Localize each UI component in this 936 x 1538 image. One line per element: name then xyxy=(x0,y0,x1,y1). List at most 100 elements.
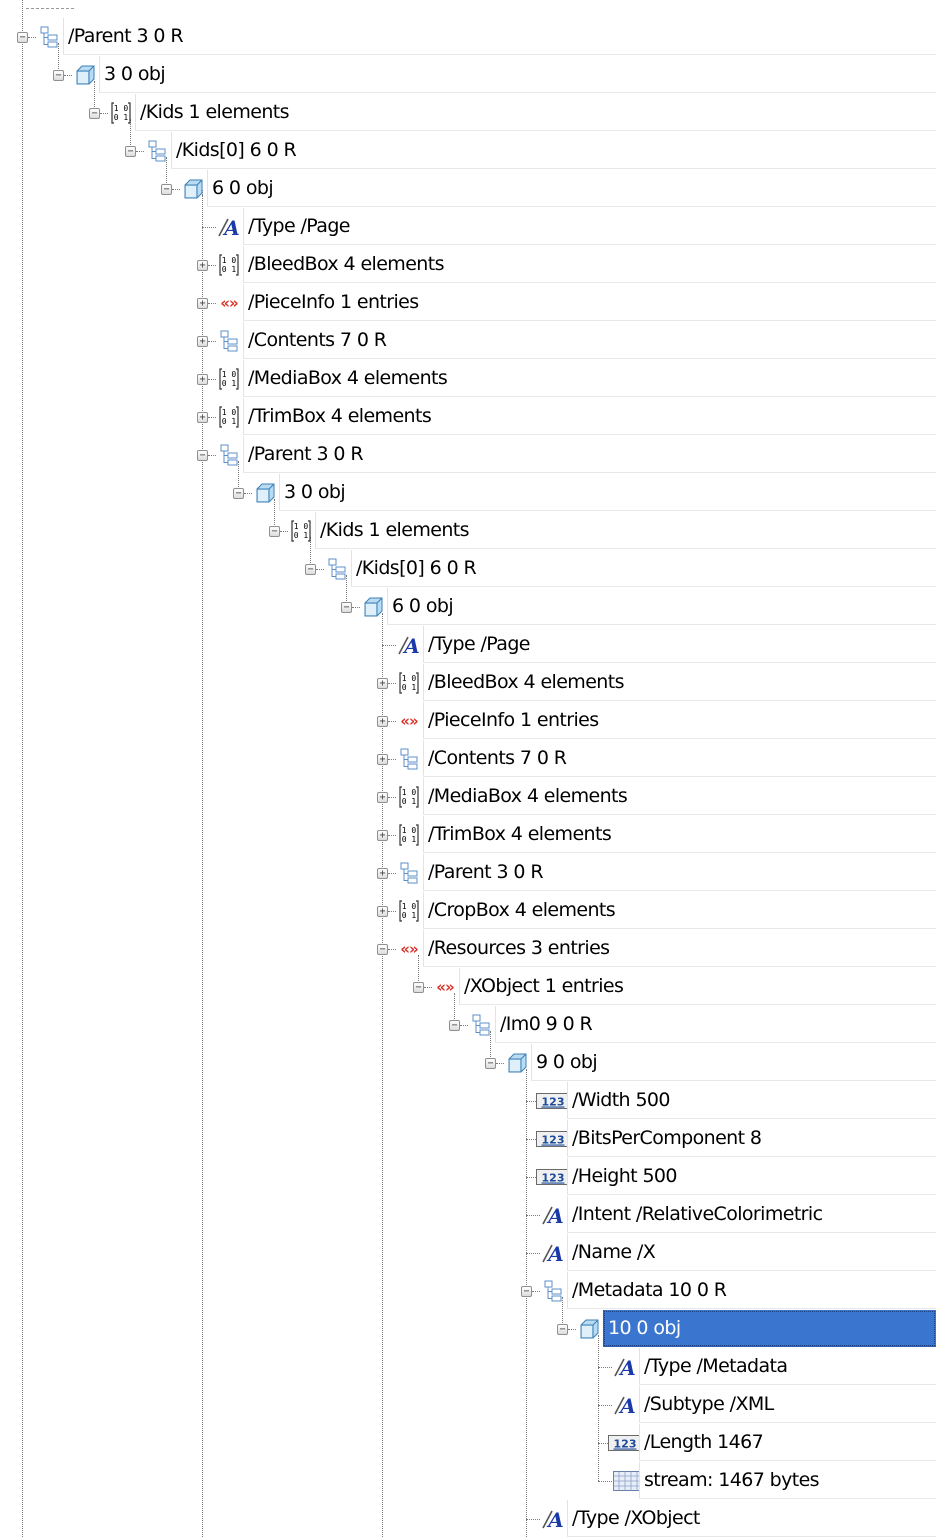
node-label-parent-3-0-r[interactable]: /Parent 3 0 R xyxy=(243,436,936,473)
node-label-pieceinfo-1-entries[interactable]: /PieceInfo 1 entries xyxy=(423,702,936,739)
node-label-kids-1-elements[interactable]: /Kids 1 elements xyxy=(135,94,936,131)
node-label-10-0-obj[interactable]: 10 0 obj xyxy=(603,1310,936,1347)
node-label-im0-9-0-r[interactable]: /Im0 9 0 R xyxy=(495,1006,936,1043)
node-label-6-0-obj[interactable]: 6 0 obj xyxy=(207,170,936,207)
collapse-toggle-icon[interactable]: − xyxy=(53,70,64,81)
node-label-cropbox-4-elements[interactable]: /CropBox 4 elements xyxy=(423,892,936,929)
node-label-kids-0-6-0-r[interactable]: /Kids[0] 6 0 R xyxy=(171,132,936,169)
tree-row[interactable]: − 6 0 obj xyxy=(0,588,936,626)
node-label-9-0-obj[interactable]: 9 0 obj xyxy=(531,1044,936,1081)
tree-row[interactable]: A/Subtype /XML xyxy=(0,1386,936,1424)
collapse-toggle-icon[interactable]: − xyxy=(197,450,208,461)
collapse-toggle-icon[interactable]: − xyxy=(233,488,244,499)
node-label-metadata-10-0-r[interactable]: /Metadata 10 0 R xyxy=(567,1272,936,1309)
tree-row[interactable]: 123/Width 500 xyxy=(0,1082,936,1120)
expand-toggle-icon[interactable]: + xyxy=(377,868,388,879)
collapse-toggle-icon[interactable]: − xyxy=(305,564,316,575)
tree-row[interactable]: A/Name /X xyxy=(0,1234,936,1272)
node-label-type-xobject[interactable]: /Type /XObject xyxy=(567,1500,936,1537)
node-label-length-1467[interactable]: /Length 1467 xyxy=(639,1424,936,1461)
tree-row[interactable]: − «» /XObject 1 entries xyxy=(0,968,936,1006)
node-label-stream-1467-bytes[interactable]: stream: 1467 bytes xyxy=(639,1462,936,1499)
node-label-kids-0-6-0-r[interactable]: /Kids[0] 6 0 R xyxy=(351,550,936,587)
node-label-height-500[interactable]: /Height 500 xyxy=(567,1158,936,1195)
tree-row[interactable]: + 1 0 0 1/BleedBox 4 elements xyxy=(0,246,936,284)
expand-toggle-icon[interactable]: + xyxy=(377,716,388,727)
tree-row[interactable]: + «» /PieceInfo 1 entries xyxy=(0,284,936,322)
node-label-subtype-xml[interactable]: /Subtype /XML xyxy=(639,1386,936,1423)
tree-row[interactable]: − 1 0 0 1/Kids 1 elements xyxy=(0,512,936,550)
tree-row[interactable]: 123/Length 1467 xyxy=(0,1424,936,1462)
collapse-toggle-icon[interactable]: − xyxy=(557,1324,568,1335)
collapse-toggle-icon[interactable]: − xyxy=(377,944,388,955)
node-label-3-0-obj[interactable]: 3 0 obj xyxy=(99,56,936,93)
expand-toggle-icon[interactable]: + xyxy=(197,260,208,271)
collapse-toggle-icon[interactable]: − xyxy=(161,184,172,195)
node-label-parent-3-0-r[interactable]: /Parent 3 0 R xyxy=(63,18,936,55)
tree-row[interactable]: − /Metadata 10 0 R xyxy=(0,1272,936,1310)
tree-row[interactable]: − /Im0 9 0 R xyxy=(0,1006,936,1044)
expand-toggle-icon[interactable]: + xyxy=(377,754,388,765)
tree-row[interactable]: + 1 0 0 1/MediaBox 4 elements xyxy=(0,778,936,816)
collapse-toggle-icon[interactable]: − xyxy=(449,1020,460,1031)
expand-toggle-icon[interactable]: + xyxy=(377,906,388,917)
tree-row[interactable]: A/Type /Page xyxy=(0,626,936,664)
tree-row[interactable]: − 10 0 obj xyxy=(0,1310,936,1348)
tree-row[interactable]: − 6 0 obj xyxy=(0,170,936,208)
tree-row[interactable]: − «» /Resources 3 entries xyxy=(0,930,936,968)
node-label-bleedbox-4-elements[interactable]: /BleedBox 4 elements xyxy=(423,664,936,701)
expand-toggle-icon[interactable]: + xyxy=(197,374,208,385)
expand-toggle-icon[interactable]: + xyxy=(377,830,388,841)
node-label-width-500[interactable]: /Width 500 xyxy=(567,1082,936,1119)
collapse-toggle-icon[interactable]: − xyxy=(89,108,100,119)
collapse-toggle-icon[interactable]: − xyxy=(485,1058,496,1069)
node-label-xobject-1-entries[interactable]: /XObject 1 entries xyxy=(459,968,936,1005)
tree-row[interactable]: + 1 0 0 1/MediaBox 4 elements xyxy=(0,360,936,398)
tree-row[interactable]: − /Kids[0] 6 0 R xyxy=(0,550,936,588)
node-label-trimbox-4-elements[interactable]: /TrimBox 4 elements xyxy=(243,398,936,435)
tree-row[interactable]: + /Contents 7 0 R xyxy=(0,740,936,778)
collapse-toggle-icon[interactable]: − xyxy=(17,32,28,43)
node-label-6-0-obj[interactable]: 6 0 obj xyxy=(387,588,936,625)
tree-row[interactable]: + «» /PieceInfo 1 entries xyxy=(0,702,936,740)
node-label-bleedbox-4-elements[interactable]: /BleedBox 4 elements xyxy=(243,246,936,283)
tree-row[interactable]: + /Parent 3 0 R xyxy=(0,854,936,892)
tree-row[interactable]: + /Contents 7 0 R xyxy=(0,322,936,360)
node-label-pieceinfo-1-entries[interactable]: /PieceInfo 1 entries xyxy=(243,284,936,321)
node-label-trimbox-4-elements[interactable]: /TrimBox 4 elements xyxy=(423,816,936,853)
node-label-type-page[interactable]: /Type /Page xyxy=(243,208,936,245)
collapse-toggle-icon[interactable]: − xyxy=(521,1286,532,1297)
expand-toggle-icon[interactable]: + xyxy=(197,412,208,423)
tree-row[interactable]: − 3 0 obj xyxy=(0,474,936,512)
node-label-type-metadata[interactable]: /Type /Metadata xyxy=(639,1348,936,1385)
node-label-type-page[interactable]: /Type /Page xyxy=(423,626,936,663)
expand-toggle-icon[interactable]: + xyxy=(197,298,208,309)
tree-row[interactable]: + 1 0 0 1/BleedBox 4 elements xyxy=(0,664,936,702)
tree-row[interactable]: + 1 0 0 1/TrimBox 4 elements xyxy=(0,398,936,436)
node-label-mediabox-4-elements[interactable]: /MediaBox 4 elements xyxy=(423,778,936,815)
tree-row[interactable]: A/Type /Metadata xyxy=(0,1348,936,1386)
node-label-kids-1-elements[interactable]: /Kids 1 elements xyxy=(315,512,936,549)
tree-row[interactable]: 123/Height 500 xyxy=(0,1158,936,1196)
tree-row[interactable]: A/Type /Page xyxy=(0,208,936,246)
collapse-toggle-icon[interactable]: − xyxy=(413,982,424,993)
node-label-contents-7-0-r[interactable]: /Contents 7 0 R xyxy=(243,322,936,359)
tree-row[interactable]: stream: 1467 bytes xyxy=(0,1462,936,1500)
node-label-3-0-obj[interactable]: 3 0 obj xyxy=(279,474,936,511)
expand-toggle-icon[interactable]: + xyxy=(197,336,208,347)
tree-row[interactable]: − /Kids[0] 6 0 R xyxy=(0,132,936,170)
node-label-name-x[interactable]: /Name /X xyxy=(567,1234,936,1271)
tree-row[interactable]: − 9 0 obj xyxy=(0,1044,936,1082)
collapse-toggle-icon[interactable]: − xyxy=(125,146,136,157)
tree-row[interactable]: − 3 0 obj xyxy=(0,56,936,94)
tree-row[interactable]: − /Parent 3 0 R xyxy=(0,436,936,474)
expand-toggle-icon[interactable]: + xyxy=(377,678,388,689)
node-label-resources-3-entries[interactable]: /Resources 3 entries xyxy=(423,930,936,967)
tree-row[interactable]: − 1 0 0 1/Kids 1 elements xyxy=(0,94,936,132)
tree-row[interactable]: 123/BitsPerComponent 8 xyxy=(0,1120,936,1158)
tree-row[interactable]: − /Parent 3 0 R xyxy=(0,18,936,56)
node-label-mediabox-4-elements[interactable]: /MediaBox 4 elements xyxy=(243,360,936,397)
node-label-bitspercomponent-8[interactable]: /BitsPerComponent 8 xyxy=(567,1120,936,1157)
node-label-intent-relativecolorimetric[interactable]: /Intent /RelativeColorimetric xyxy=(567,1196,936,1233)
node-label-parent-3-0-r[interactable]: /Parent 3 0 R xyxy=(423,854,936,891)
